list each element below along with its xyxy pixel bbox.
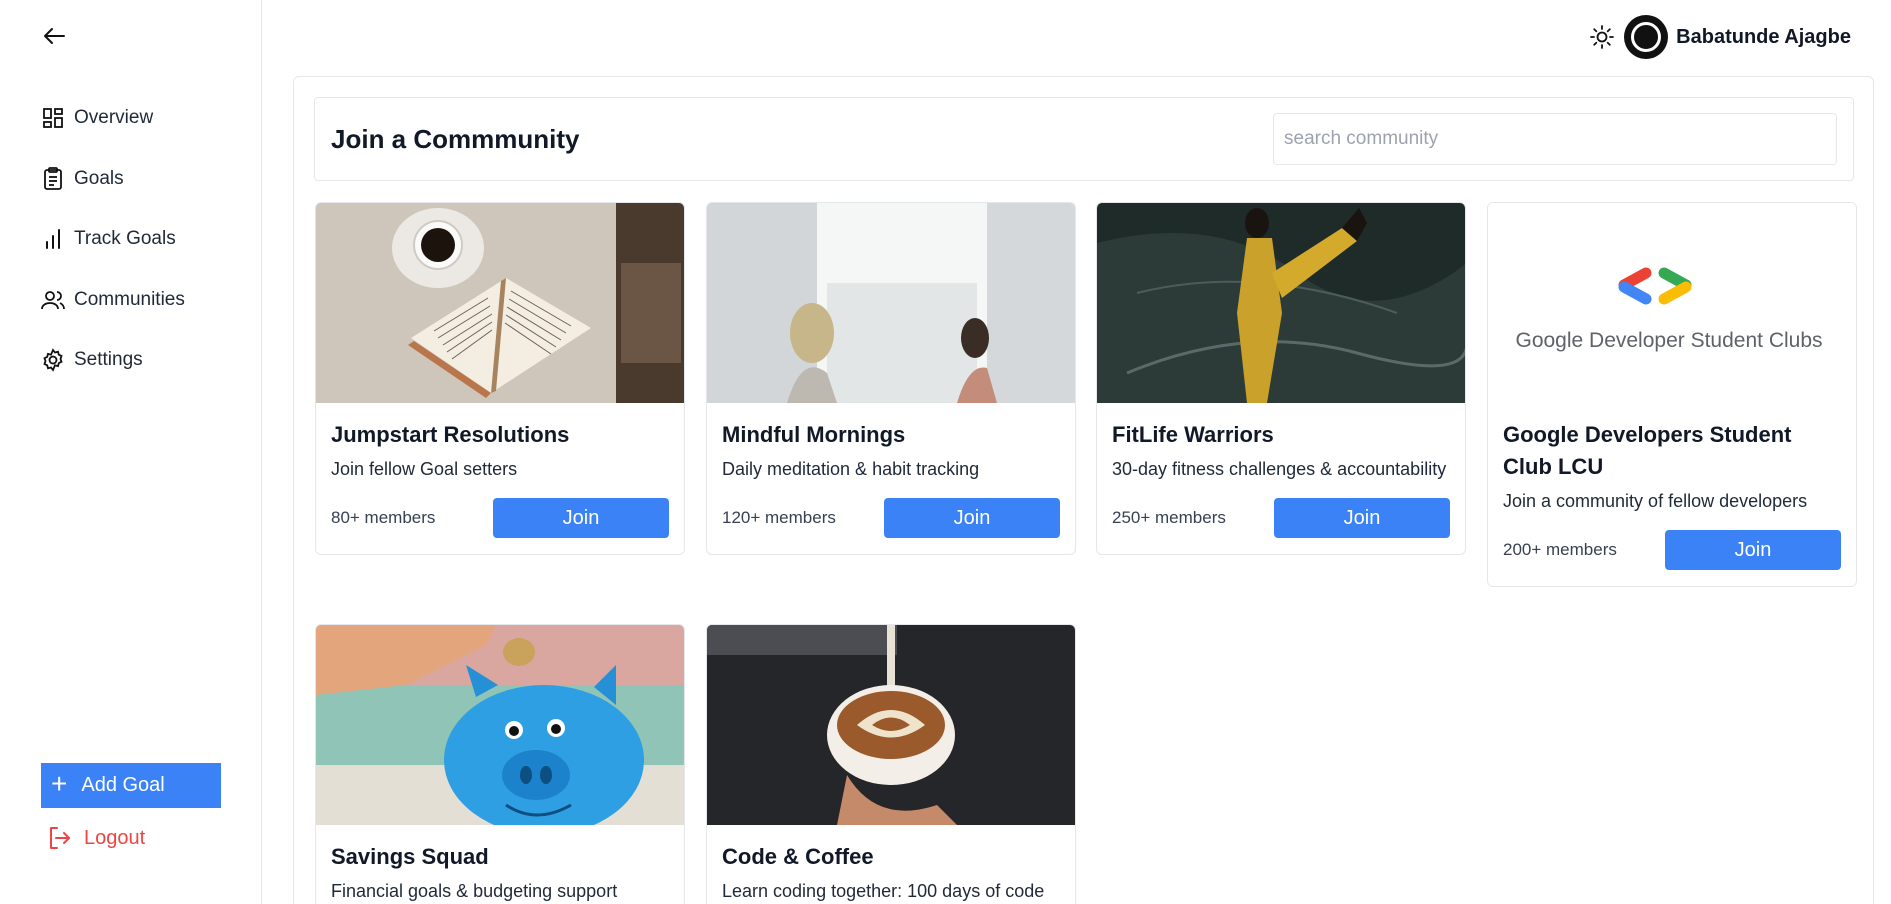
community-header-bar: Join a Commmunity: [314, 97, 1854, 181]
community-title: Jumpstart Resolutions: [331, 422, 570, 447]
community-card: Mindful Mornings Daily meditation & habi…: [706, 202, 1076, 555]
add-goal-button[interactable]: + Add Goal: [41, 763, 221, 808]
username: Babatunde Ajagbe: [1676, 25, 1851, 48]
sidebar-item-label: Communities: [74, 288, 185, 310]
coffee-and-book-photo: [316, 203, 684, 403]
community-description: Daily meditation & habit tracking: [722, 459, 980, 479]
community-title: Google Developers Student Club LCU: [1503, 422, 1792, 479]
join-button[interactable]: Join: [884, 498, 1060, 538]
community-card: Jumpstart Resolutions Join fellow Goal s…: [315, 202, 685, 555]
logout-icon: [46, 824, 74, 852]
overview-icon: [40, 105, 66, 131]
sun-icon[interactable]: [1588, 23, 1616, 51]
community-title: Savings Squad: [331, 844, 489, 869]
sidebar-item-settings[interactable]: Settings: [40, 342, 240, 378]
join-button[interactable]: Join: [1665, 530, 1841, 570]
users-icon: [40, 287, 66, 313]
member-count: 80+ members: [331, 508, 436, 527]
join-button[interactable]: Join: [493, 498, 669, 538]
sidebar-item-goals[interactable]: Goals: [40, 161, 240, 197]
member-count: 120+ members: [722, 508, 836, 527]
two-women-window-photo: [707, 203, 1075, 403]
sidebar: Overview Goals Track Goals Communities S…: [0, 0, 262, 904]
back-arrow-icon[interactable]: [40, 24, 68, 48]
plus-icon: +: [51, 768, 68, 799]
community-title: Code & Coffee: [722, 844, 874, 869]
page-title: Join a Commmunity: [331, 124, 580, 154]
yellow-suit-kick-photo: [1097, 203, 1465, 403]
community-title: Mindful Mornings: [722, 422, 906, 447]
clipboard-icon: [40, 166, 66, 192]
member-count: 200+ members: [1503, 540, 1617, 559]
community-description: Financial goals & budgeting support: [331, 881, 618, 901]
community-description: Join a community of fellow developers: [1503, 491, 1808, 511]
sidebar-item-communities[interactable]: Communities: [40, 282, 240, 318]
sidebar-item-label: Overview: [74, 107, 154, 128]
top-header: Babatunde Ajagbe: [1588, 14, 1851, 60]
logout-label: Logout: [84, 826, 146, 849]
logout-button[interactable]: Logout: [46, 824, 145, 852]
avatar[interactable]: [1624, 15, 1669, 59]
latte-art-photo: [707, 625, 1075, 825]
sidebar-item-label: Goals: [74, 167, 124, 189]
gear-icon: [40, 347, 66, 373]
bar-chart-icon: [40, 226, 66, 252]
sidebar-item-overview[interactable]: Overview: [40, 100, 240, 136]
member-count: 250+ members: [1112, 508, 1226, 527]
sidebar-item-label: Track Goals: [74, 228, 176, 250]
add-goal-label: Add Goal: [81, 774, 165, 796]
gdsc-logo-text: Google Developer Student Clubs: [1515, 329, 1823, 352]
search-input[interactable]: [1273, 113, 1837, 165]
sidebar-item-track-goals[interactable]: Track Goals: [40, 221, 240, 257]
gdsc-logo: Google Developer Student Clubs: [1488, 203, 1856, 403]
join-button[interactable]: Join: [1274, 498, 1450, 538]
sidebar-item-label: Settings: [74, 349, 143, 371]
piggy-bank-photo: [316, 625, 684, 825]
community-title: FitLife Warriors: [1112, 422, 1274, 447]
community-description: Join fellow Goal setters: [331, 459, 518, 479]
community-card: Google Developer Student Clubs Google De…: [1487, 202, 1857, 587]
community-description: 30-day fitness challenges & accountabili…: [1112, 459, 1447, 479]
community-card: Savings Squad Financial goals & budgetin…: [315, 624, 685, 904]
community-card: FitLife Warriors 30-day fitness challeng…: [1096, 202, 1466, 555]
community-description: Learn coding together: 100 days of code: [722, 881, 1045, 901]
sidebar-nav: Overview Goals Track Goals Communities S…: [40, 100, 240, 403]
community-card: Code & Coffee Learn coding together: 100…: [706, 624, 1076, 904]
